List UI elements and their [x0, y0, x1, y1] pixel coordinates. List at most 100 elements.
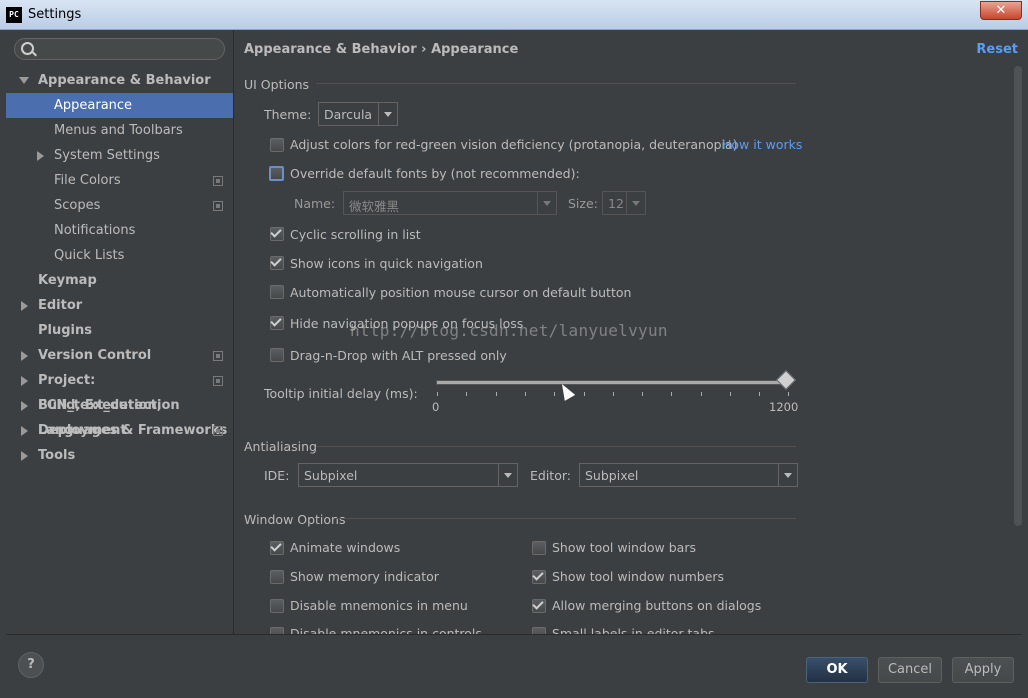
- window-title: Settings: [28, 7, 82, 22]
- sidebar-item-menus-toolbars[interactable]: Menus and Toolbars: [6, 118, 233, 143]
- slider-tick: [437, 392, 438, 396]
- expand-right-icon[interactable]: [21, 301, 28, 311]
- slider-tick: [671, 392, 672, 396]
- slider-tick: [759, 392, 760, 396]
- close-window-button[interactable]: ✕: [980, 1, 1022, 20]
- ide-aa-select[interactable]: Subpixel: [298, 463, 518, 487]
- auto-position-checkbox[interactable]: [270, 285, 284, 299]
- adjust-colors-label: Adjust colors for red-green vision defic…: [290, 137, 738, 152]
- sidebar-item-appearance[interactable]: Appearance: [6, 93, 233, 118]
- help-button[interactable]: ?: [18, 652, 44, 678]
- sidebar-item-label: Notifications: [54, 223, 136, 238]
- close-icon: ✕: [995, 3, 1007, 18]
- section-divider: [316, 83, 796, 84]
- sidebar-item-editor[interactable]: Editor: [6, 293, 233, 318]
- reset-link[interactable]: Reset: [976, 42, 1018, 57]
- sidebar-item-system-settings[interactable]: System Settings: [6, 143, 233, 168]
- slider-tick: [642, 392, 643, 396]
- sidebar-item-file-colors[interactable]: File Colors: [6, 168, 233, 193]
- checkmark-icon: [270, 255, 282, 267]
- slider-thumb[interactable]: [776, 370, 796, 390]
- checkmark-icon: [532, 569, 544, 581]
- sidebar-item-version-control[interactable]: Version Control: [6, 343, 233, 368]
- apply-button[interactable]: Apply: [952, 657, 1014, 683]
- tool-window-numbers-checkbox[interactable]: [532, 569, 546, 584]
- slider-min-label: 0: [432, 400, 440, 414]
- ui-options-title: UI Options: [244, 77, 310, 92]
- slider-tick: [730, 392, 731, 396]
- cyclic-scrolling-checkbox[interactable]: [270, 226, 284, 241]
- ok-button[interactable]: OK: [806, 657, 868, 683]
- chevron-down-icon[interactable]: [778, 464, 797, 486]
- sidebar-item-label: Plugins: [38, 323, 92, 338]
- font-name-label: Name:: [294, 196, 336, 211]
- drag-drop-label: Drag-n-Drop with ALT pressed only: [290, 348, 507, 363]
- expand-right-icon[interactable]: [21, 426, 28, 436]
- expand-right-icon[interactable]: [21, 351, 28, 361]
- auto-position-label: Automatically position mouse cursor on d…: [290, 285, 632, 300]
- expand-down-icon[interactable]: [19, 77, 29, 84]
- how-it-works-link[interactable]: How it works: [722, 137, 802, 152]
- merge-buttons-checkbox[interactable]: [532, 598, 546, 613]
- mnemonics-menu-checkbox[interactable]: [270, 599, 284, 613]
- show-icons-label: Show icons in quick navigation: [290, 256, 483, 271]
- editor-aa-label: Editor:: [530, 468, 571, 483]
- show-icons-checkbox[interactable]: [270, 255, 284, 270]
- project-scope-icon: [213, 376, 223, 386]
- ide-aa-value: Subpixel: [304, 468, 358, 483]
- mnemonics-menu-label: Disable mnemonics in menu: [290, 598, 468, 613]
- sidebar-item-plugins[interactable]: Plugins: [6, 318, 233, 343]
- sidebar-item-project[interactable]: Project: FCN_text_detection: [6, 368, 233, 413]
- theme-value: Darcula: [324, 107, 373, 122]
- drag-drop-checkbox[interactable]: [270, 348, 284, 362]
- chevron-down-icon[interactable]: [626, 192, 645, 214]
- tool-window-bars-label: Show tool window bars: [552, 540, 696, 555]
- expand-right-icon[interactable]: [21, 376, 28, 386]
- search-input[interactable]: [37, 41, 221, 59]
- animate-windows-checkbox[interactable]: [270, 540, 284, 555]
- window-options-title: Window Options: [244, 512, 346, 527]
- small-labels-label: Small labels in editor tabs: [552, 626, 715, 634]
- slider-tick: [466, 392, 467, 396]
- sidebar-item-label: Version Control: [38, 348, 152, 363]
- chevron-down-icon[interactable]: [498, 464, 517, 486]
- vertical-scrollbar[interactable]: [1014, 66, 1022, 526]
- theme-select[interactable]: Darcula: [318, 102, 398, 126]
- chevron-down-icon[interactable]: [537, 192, 556, 214]
- sidebar-item-keymap[interactable]: Keymap: [6, 268, 233, 293]
- project-scope-icon: [213, 351, 223, 361]
- sidebar-item-tools[interactable]: Tools: [6, 443, 233, 468]
- expand-right-icon[interactable]: [37, 151, 44, 161]
- tool-window-bars-checkbox[interactable]: [532, 541, 546, 555]
- hide-popups-checkbox[interactable]: [270, 315, 284, 330]
- font-size-select[interactable]: 12: [602, 191, 646, 215]
- slider-tick: [788, 392, 789, 396]
- memory-indicator-checkbox[interactable]: [270, 570, 284, 584]
- override-fonts-checkbox[interactable]: [269, 166, 284, 181]
- expand-right-icon[interactable]: [21, 451, 28, 461]
- small-labels-checkbox[interactable]: [532, 627, 546, 634]
- chevron-down-icon[interactable]: [378, 103, 397, 125]
- antialiasing-title: Antialiasing: [244, 439, 317, 454]
- editor-aa-select[interactable]: Subpixel: [579, 463, 798, 487]
- settings-search[interactable]: [14, 38, 225, 60]
- settings-sidebar: Appearance & Behavior Appearance Menus a…: [6, 30, 234, 634]
- adjust-colors-checkbox[interactable]: [270, 138, 284, 152]
- cancel-button[interactable]: Cancel: [878, 657, 942, 683]
- sidebar-item-scopes[interactable]: Scopes: [6, 193, 233, 218]
- sidebar-item-build[interactable]: Build, Execution, Deployment: [6, 393, 233, 438]
- expand-right-icon[interactable]: [21, 401, 28, 411]
- checkmark-icon: [532, 598, 544, 610]
- sidebar-item-languages[interactable]: Languages & Frameworks: [6, 418, 233, 443]
- sidebar-item-notifications[interactable]: Notifications: [6, 218, 233, 243]
- sidebar-item-appearance-behavior[interactable]: Appearance & Behavior: [6, 68, 233, 93]
- slider-tick: [525, 392, 526, 396]
- sidebar-item-label: Languages & Frameworks: [38, 423, 228, 438]
- mnemonics-controls-checkbox[interactable]: [270, 627, 284, 634]
- font-name-select[interactable]: 微软雅黑: [343, 191, 557, 215]
- sidebar-item-quick-lists[interactable]: Quick Lists: [6, 243, 233, 268]
- sidebar-item-label: Appearance & Behavior: [38, 73, 211, 88]
- tooltip-delay-slider[interactable]: [436, 380, 788, 385]
- breadcrumb-separator: ›: [421, 42, 427, 57]
- sidebar-item-label: Appearance: [54, 98, 133, 113]
